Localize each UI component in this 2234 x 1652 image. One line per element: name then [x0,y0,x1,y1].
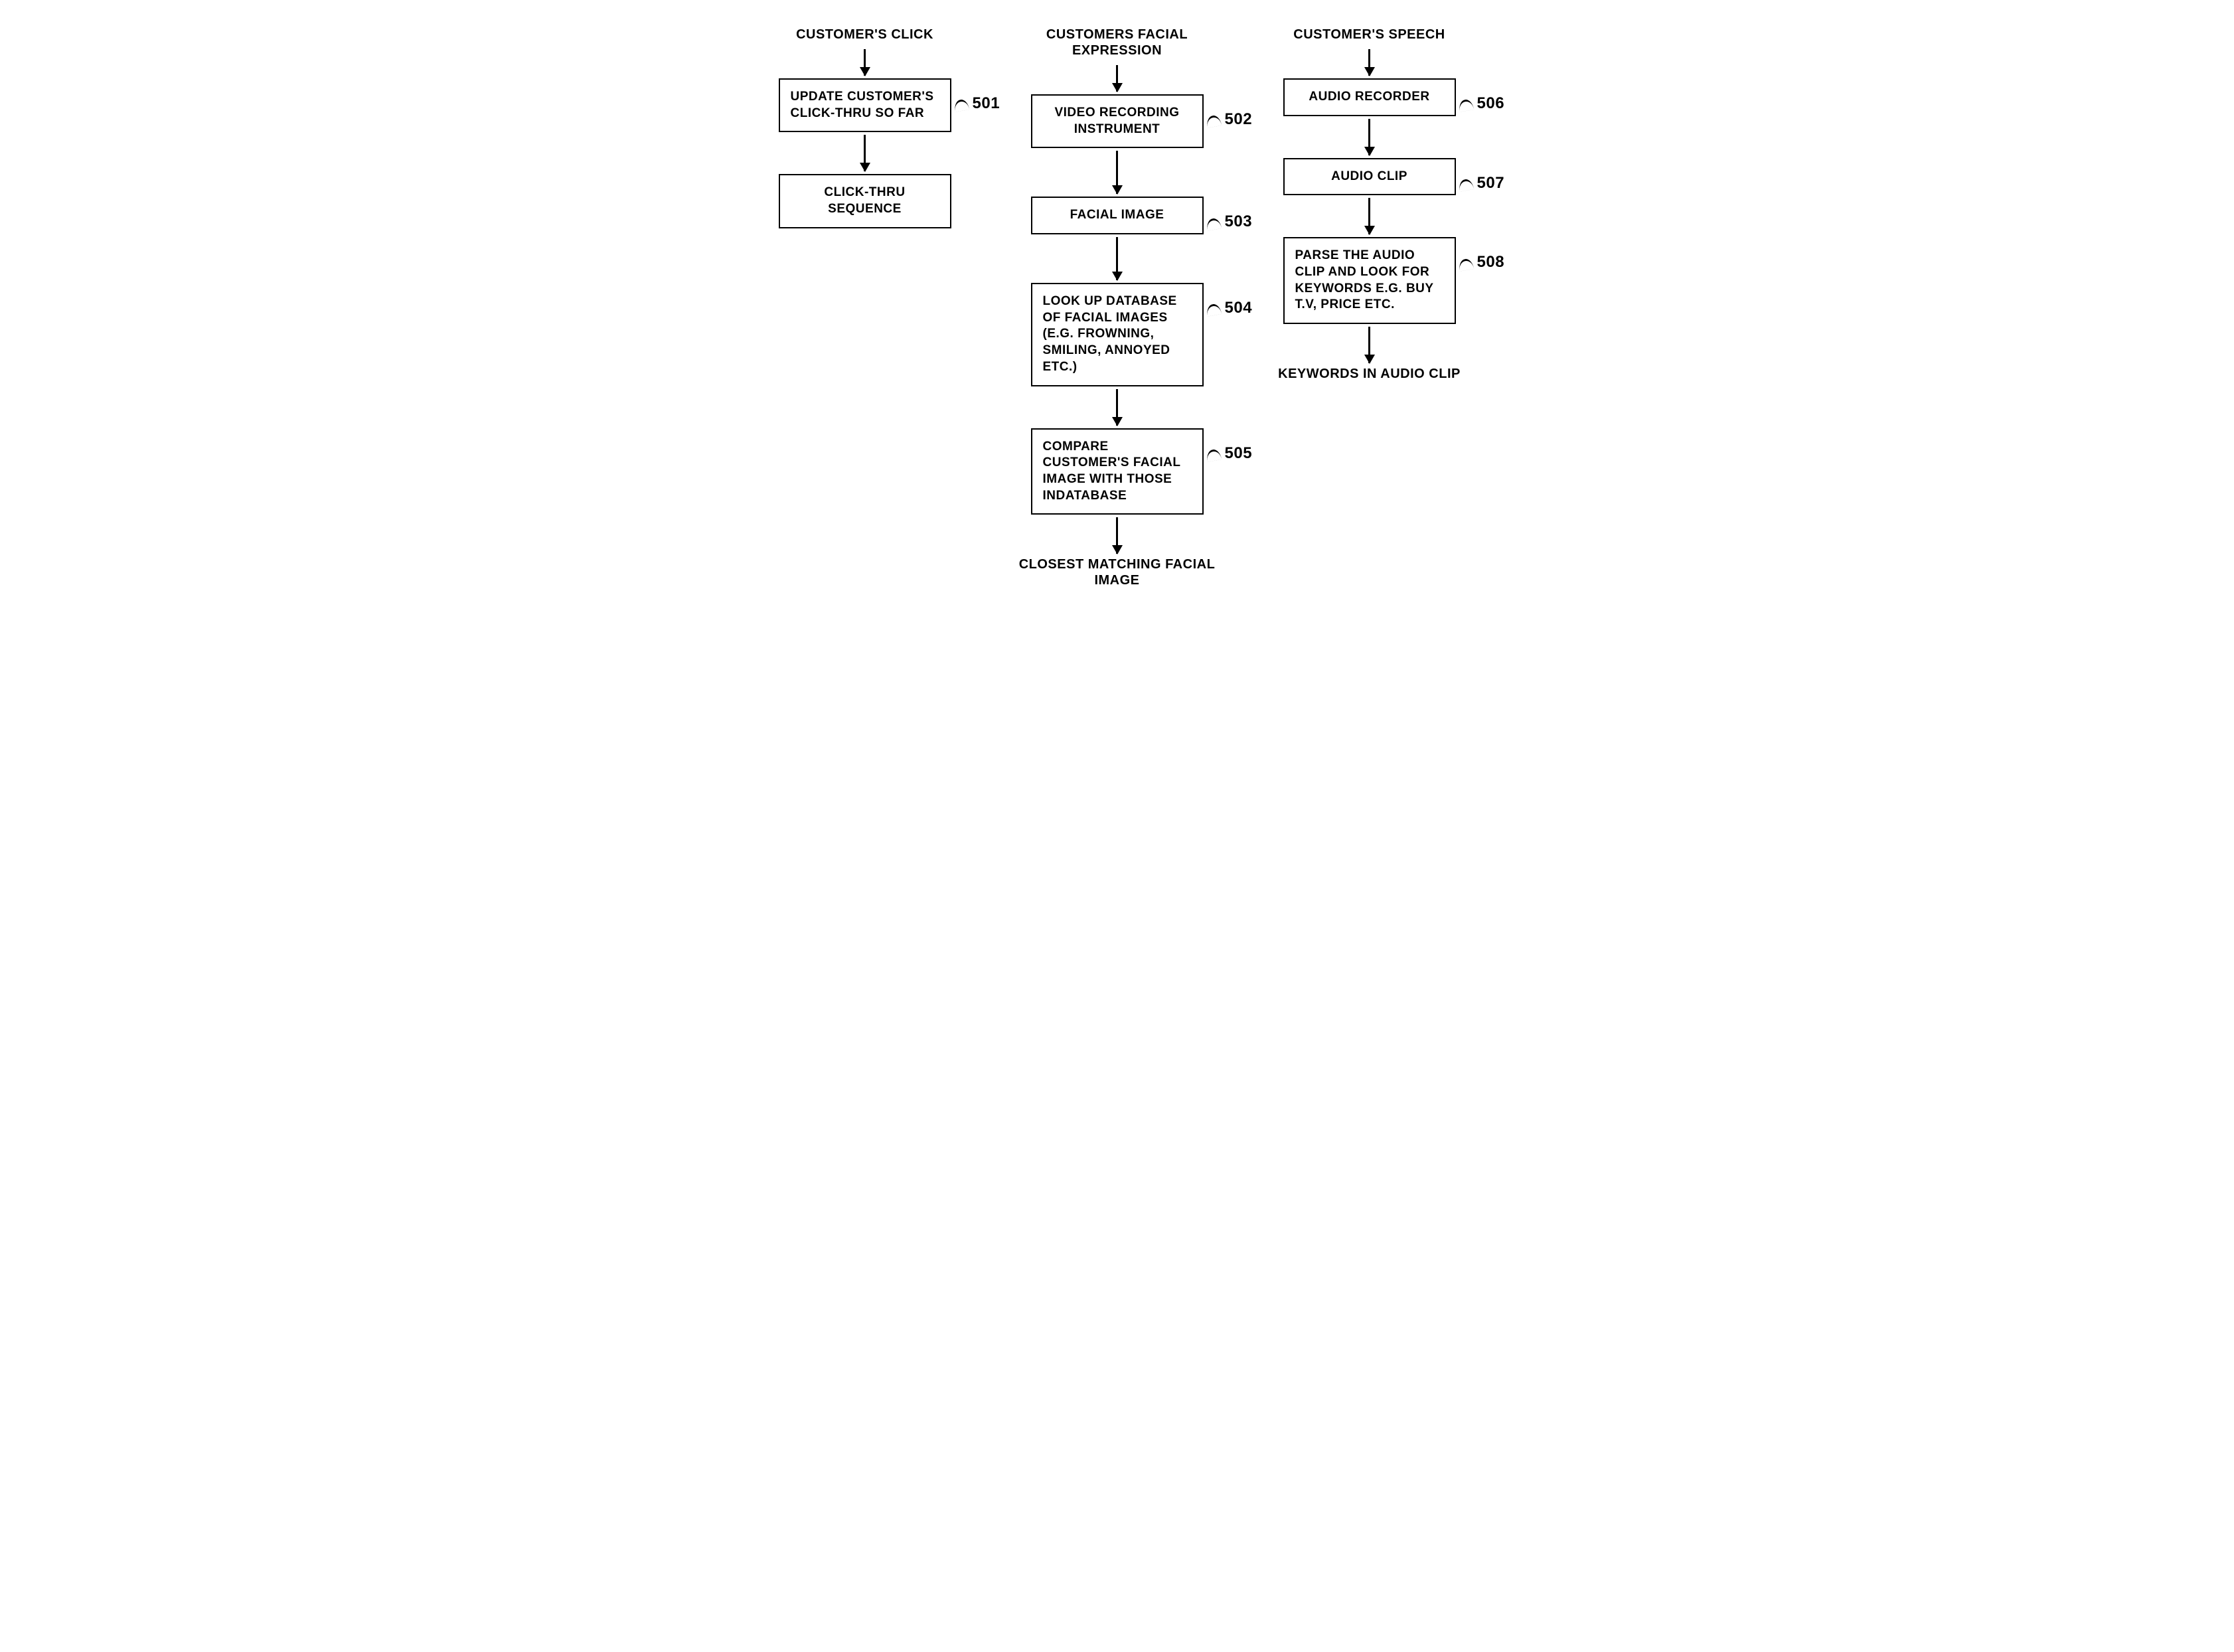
arrow-icon [1116,65,1118,92]
box-text: CLICK-THRU SEQUENCE [824,185,905,216]
ref-label: 504 [1206,297,1253,318]
box-audio-clip: AUDIO CLIP 507 [1283,158,1456,196]
box-text: AUDIO CLIP [1331,169,1407,183]
arrow-icon [1116,517,1118,554]
box-update-clickthru: UPDATE CUSTOMER'S CLICK-THRU SO FAR 501 [779,78,951,132]
ref-label: 501 [954,93,1000,114]
box-text: VIDEO RECORDING INSTRUMENT [1054,106,1179,136]
arrow-icon [1368,198,1370,234]
ref-label: 505 [1206,443,1253,463]
column-facial: CUSTOMERS FACIAL EXPRESSION VIDEO RECORD… [1018,27,1217,592]
arrow-icon [864,135,866,171]
box-text: LOOK UP DATABASE OF FACIAL IMAGES (E.G. … [1043,294,1177,374]
arrow-icon [1368,119,1370,155]
column-click: CUSTOMER'S CLICK UPDATE CUSTOMER'S CLICK… [765,27,965,228]
column-speech: CUSTOMER'S SPEECH AUDIO RECORDER 506 AUD… [1270,27,1469,386]
arrow-icon [1368,327,1370,363]
arrow-icon [1368,49,1370,76]
box-text: COMPARE CUSTOMER'S FACIAL IMAGE WITH THO… [1043,440,1181,503]
arrow-icon [1116,151,1118,194]
arrow-icon [1116,389,1118,426]
output-label: KEYWORDS IN AUDIO CLIP [1278,366,1461,382]
box-compare-image: COMPARE CUSTOMER'S FACIAL IMAGE WITH THO… [1031,428,1204,515]
arrow-icon [1116,237,1118,280]
box-text: FACIAL IMAGE [1070,208,1164,222]
input-label: CUSTOMER'S SPEECH [1293,27,1445,42]
box-parse-audio: PARSE THE AUDIO CLIP AND LOOK FOR KEYWOR… [1283,237,1456,324]
arrow-icon [864,49,866,76]
input-label: CUSTOMER'S CLICK [796,27,933,42]
box-text: PARSE THE AUDIO CLIP AND LOOK FOR KEYWOR… [1295,248,1434,311]
box-audio-recorder: AUDIO RECORDER 506 [1283,78,1456,116]
box-lookup-database: LOOK UP DATABASE OF FACIAL IMAGES (E.G. … [1031,283,1204,386]
output-label: CLOSEST MATCHING FACIAL IMAGE [1018,556,1217,588]
ref-label: 506 [1459,93,1505,114]
ref-label: 507 [1459,173,1505,193]
box-facial-image: FACIAL IMAGE 503 [1031,197,1204,234]
box-text: UPDATE CUSTOMER'S CLICK-THRU SO FAR [791,90,934,120]
box-clickthru-sequence: CLICK-THRU SEQUENCE [779,174,951,228]
box-text: AUDIO RECORDER [1309,90,1429,104]
ref-label: 508 [1459,252,1505,272]
ref-label: 503 [1206,211,1253,232]
input-label: CUSTOMERS FACIAL EXPRESSION [1018,27,1217,58]
box-video-recording: VIDEO RECORDING INSTRUMENT 502 [1031,94,1204,148]
flowchart-diagram: CUSTOMER'S CLICK UPDATE CUSTOMER'S CLICK… [27,27,2207,592]
ref-label: 502 [1206,109,1253,129]
